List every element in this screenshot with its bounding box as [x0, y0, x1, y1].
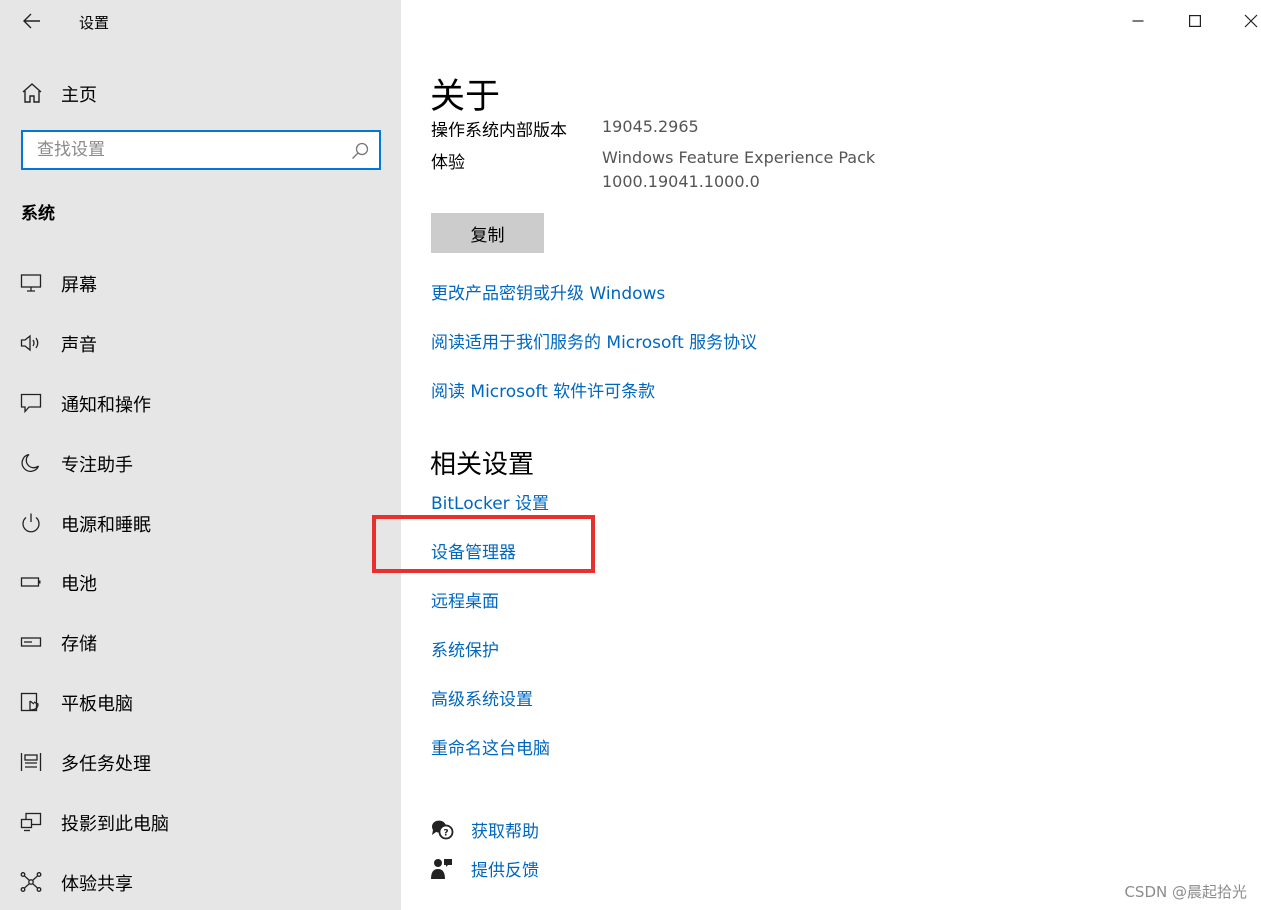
section-label: 系统 — [21, 204, 55, 224]
feedback-link[interactable]: 提供反馈 — [471, 856, 539, 881]
feedback-icon — [431, 859, 452, 879]
moon-icon — [21, 453, 40, 472]
maximize-button[interactable] — [1180, 6, 1210, 36]
remote-desktop-link[interactable]: 远程桌面 — [431, 587, 499, 612]
sidebar-item-label: 屏幕 — [61, 275, 97, 296]
project-icon — [20, 812, 42, 832]
app-title: 设置 — [79, 14, 110, 32]
property-row-os-build: 操作系统内部版本 19045.2965 — [420, 110, 1020, 137]
maximize-icon — [1189, 15, 1201, 27]
back-arrow-icon — [23, 13, 40, 29]
sidebar-item-storage[interactable]: 存储 — [0, 618, 401, 666]
sidebar-item-power-sleep[interactable]: 电源和睡眠 — [0, 499, 401, 547]
back-button[interactable] — [12, 6, 52, 36]
minimize-button[interactable] — [1123, 6, 1153, 36]
property-label: 体验 — [431, 153, 465, 173]
notification-icon — [20, 393, 42, 413]
sidebar-item-home[interactable]: 主页 — [0, 72, 401, 114]
help-chat-icon: ? — [431, 820, 454, 840]
sidebar-item-label: 主页 — [61, 85, 97, 106]
sidebar-item-project[interactable]: 投影到此电脑 — [0, 798, 401, 846]
share-icon — [20, 872, 42, 892]
sidebar-item-battery[interactable]: 电池 — [0, 558, 401, 606]
battery-icon — [20, 577, 41, 587]
sidebar-item-shared-experiences[interactable]: 体验共享 — [0, 858, 401, 906]
advanced-system-settings-link[interactable]: 高级系统设置 — [431, 685, 533, 710]
sidebar-item-tablet[interactable]: 平板电脑 — [0, 678, 401, 726]
sidebar-item-label: 声音 — [61, 335, 97, 356]
minimize-icon — [1132, 20, 1144, 22]
copy-button[interactable]: 复制 — [431, 213, 544, 253]
change-product-key-link[interactable]: 更改产品密钥或升级 Windows — [431, 279, 665, 304]
license-terms-link[interactable]: 阅读 Microsoft 软件许可条款 — [431, 377, 655, 402]
monitor-icon — [20, 274, 42, 292]
sidebar-item-label: 电源和睡眠 — [61, 515, 151, 536]
home-icon — [22, 83, 42, 103]
search-box[interactable] — [21, 130, 381, 170]
watermark: CSDN @晨起拾光 — [1124, 883, 1247, 901]
property-value: 19045.2965 — [602, 117, 699, 136]
sidebar-item-display[interactable]: 屏幕 — [0, 259, 401, 307]
sidebar-item-focus-assist[interactable]: 专注助手 — [0, 439, 401, 487]
sidebar-item-notifications[interactable]: 通知和操作 — [0, 379, 401, 427]
search-input[interactable] — [37, 139, 337, 161]
related-settings-heading: 相关设置 — [430, 450, 535, 480]
speaker-icon — [20, 334, 39, 352]
rename-pc-link[interactable]: 重命名这台电脑 — [431, 734, 550, 759]
service-agreement-link[interactable]: 阅读适用于我们服务的 Microsoft 服务协议 — [431, 328, 757, 353]
highlight-box — [372, 515, 595, 573]
sidebar-item-label: 体验共享 — [61, 874, 133, 895]
bitlocker-settings-link[interactable]: BitLocker 设置 — [431, 489, 549, 514]
property-value: Windows Feature Experience Pack — [602, 148, 876, 167]
sidebar: 设置 主页 系统 屏幕 声音 通知和操作 专注助手 电源和睡眠 电池 存储 平板… — [0, 0, 401, 910]
close-icon — [1244, 14, 1258, 28]
sidebar-item-label: 平板电脑 — [61, 694, 133, 715]
property-label: 操作系统内部版本 — [431, 121, 567, 137]
sidebar-item-label: 投影到此电脑 — [61, 814, 169, 835]
property-value: 1000.19041.1000.0 — [602, 172, 760, 191]
svg-text:?: ? — [443, 829, 448, 839]
get-help-link[interactable]: 获取帮助 — [471, 817, 539, 842]
tablet-icon — [20, 692, 39, 712]
sidebar-item-label: 专注助手 — [61, 455, 133, 476]
sidebar-item-label: 多任务处理 — [61, 754, 151, 775]
sidebar-item-label: 存储 — [61, 634, 97, 655]
sidebar-item-label: 通知和操作 — [61, 395, 151, 416]
sidebar-item-multitasking[interactable]: 多任务处理 — [0, 738, 401, 786]
power-icon — [22, 513, 40, 533]
storage-icon — [20, 637, 42, 647]
multitask-icon — [20, 753, 42, 771]
system-protection-link[interactable]: 系统保护 — [431, 636, 499, 661]
sidebar-item-sound[interactable]: 声音 — [0, 319, 401, 367]
sidebar-item-label: 电池 — [61, 574, 97, 595]
close-button[interactable] — [1236, 6, 1261, 36]
search-icon[interactable] — [351, 142, 369, 160]
